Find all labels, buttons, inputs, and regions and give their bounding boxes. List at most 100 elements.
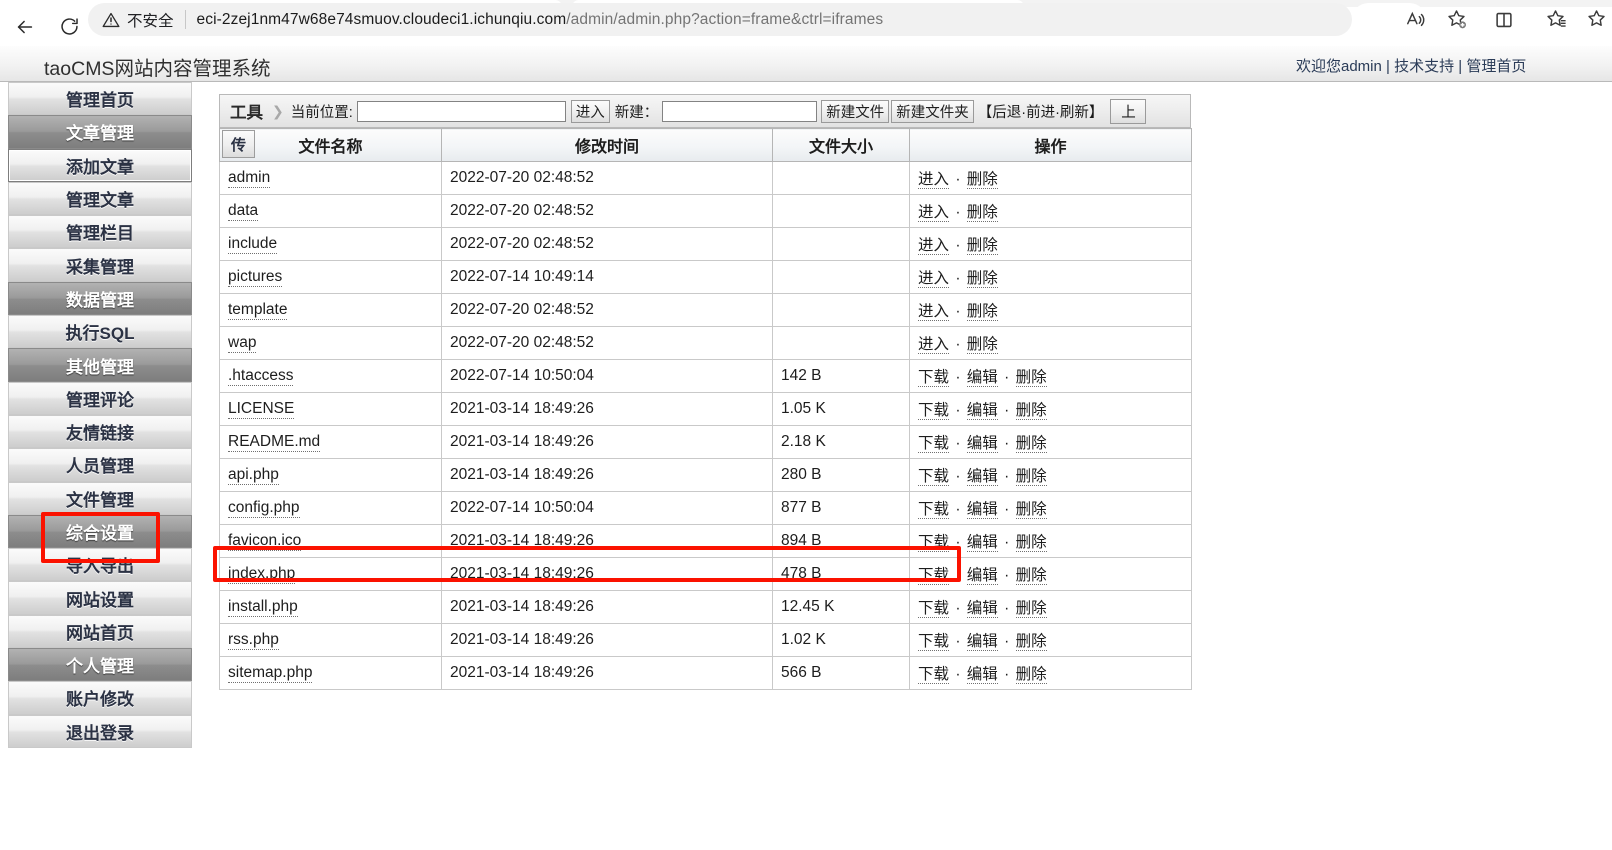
sidebar-item-14[interactable]: 导入导出 (8, 548, 192, 582)
action-link-1[interactable]: 删除 (966, 204, 998, 222)
file-name-link[interactable]: template (228, 301, 288, 320)
address-bar[interactable]: 不安全 eci-2zej1nm47w68e74smuov.cloudeci1.i… (88, 3, 1352, 36)
new-folder-button[interactable]: 新建文件夹 (891, 99, 974, 123)
action-link-0[interactable]: 进入 (918, 336, 950, 354)
action-link-1[interactable]: 删除 (966, 237, 998, 255)
column-header-ops[interactable]: 操作 (909, 128, 1192, 162)
reload-button[interactable] (50, 8, 88, 46)
file-name-link[interactable]: favicon.ico (228, 532, 302, 551)
split-screen-button[interactable] (1478, 3, 1530, 36)
action-link-1[interactable]: 编辑 (966, 666, 998, 684)
action-link-0[interactable]: 进入 (918, 303, 950, 321)
action-link-0[interactable]: 进入 (918, 270, 950, 288)
file-name-link[interactable]: install.php (228, 598, 298, 617)
table-row[interactable]: index.php 2021-03-14 18:49:26 478 B 下载 · 编辑… (219, 557, 1192, 591)
sidebar-item-13[interactable]: 综合设置 (8, 514, 192, 549)
upload-button-top[interactable]: 上 (1110, 98, 1147, 124)
table-row[interactable]: wap 2022-07-20 02:48:52 进入 · 删除 (219, 326, 1192, 360)
action-link-1[interactable]: 编辑 (966, 468, 998, 486)
action-link-0[interactable]: 进入 (918, 237, 950, 255)
enter-button[interactable]: 进入 (570, 99, 610, 123)
collections-button[interactable] (1582, 3, 1612, 36)
action-link-1[interactable]: 编辑 (966, 534, 998, 552)
action-link-2[interactable]: 删除 (1015, 402, 1047, 420)
file-name-link[interactable]: config.php (228, 499, 300, 518)
favorites-button[interactable] (1530, 3, 1582, 36)
welcome-bar[interactable]: 欢迎您admin | 技术支持 | 管理首页 (1296, 55, 1526, 76)
sidebar-item-8[interactable]: 其他管理 (8, 348, 192, 382)
sidebar-item-7[interactable]: 执行SQL (8, 315, 192, 349)
action-link-2[interactable]: 删除 (1015, 534, 1047, 552)
column-header-size[interactable]: 文件大小 (772, 128, 910, 162)
file-name-link[interactable]: data (228, 202, 259, 221)
table-row[interactable]: api.php 2021-03-14 18:49:26 280 B 下载 · 编辑 ·… (219, 458, 1192, 492)
table-row[interactable]: sitemap.php 2021-03-14 18:49:26 566 B 下载 · … (219, 656, 1192, 690)
action-link-0[interactable]: 下载 (918, 534, 950, 552)
file-name-link[interactable]: admin (228, 169, 271, 188)
file-name-link[interactable]: api.php (228, 466, 279, 485)
action-link-2[interactable]: 删除 (1015, 369, 1047, 387)
action-link-1[interactable]: 编辑 (966, 567, 998, 585)
table-row[interactable]: .htaccess 2022-07-14 10:50:04 142 B 下载 · 编辑… (219, 359, 1192, 393)
new-name-input[interactable] (662, 100, 818, 122)
file-name-link[interactable]: index.php (228, 565, 296, 584)
table-row[interactable]: config.php 2022-07-14 10:50:04 877 B 下载 · 编… (219, 491, 1192, 525)
table-row[interactable]: pictures 2022-07-14 10:49:14 进入 · 删除 (219, 260, 1192, 294)
action-link-0[interactable]: 下载 (918, 567, 950, 585)
sidebar-item-10[interactable]: 友情链接 (8, 414, 192, 449)
file-name-link[interactable]: pictures (228, 268, 283, 287)
file-name-link[interactable]: sitemap.php (228, 664, 313, 683)
sidebar-item-3[interactable]: 管理文章 (8, 181, 192, 216)
file-name-link[interactable]: LICENSE (228, 400, 295, 419)
action-link-1[interactable]: 编辑 (966, 633, 998, 651)
file-name-link[interactable]: .htaccess (228, 367, 294, 386)
sidebar-item-5[interactable]: 采集管理 (8, 248, 192, 282)
action-link-2[interactable]: 删除 (1015, 468, 1047, 486)
read-aloud-button[interactable] (1398, 3, 1434, 36)
current-path-input[interactable] (356, 100, 566, 122)
action-link-2[interactable]: 删除 (1015, 600, 1047, 618)
back-button[interactable] (6, 8, 44, 46)
table-row[interactable]: admin 2022-07-20 02:48:52 进入 · 删除 (219, 161, 1192, 195)
sidebar-item-0[interactable]: 管理首页 (8, 82, 192, 116)
action-link-0[interactable]: 下载 (918, 435, 950, 453)
action-link-2[interactable]: 删除 (1015, 435, 1047, 453)
action-link-1[interactable]: 编辑 (966, 600, 998, 618)
action-link-0[interactable]: 下载 (918, 402, 950, 420)
column-header-time[interactable]: 修改时间 (441, 128, 773, 162)
sidebar-item-1[interactable]: 文章管理 (8, 115, 192, 149)
sidebar-item-6[interactable]: 数据管理 (8, 281, 192, 316)
action-link-2[interactable]: 删除 (1015, 633, 1047, 651)
sidebar-item-9[interactable]: 管理评论 (8, 381, 192, 415)
action-link-1[interactable]: 编辑 (966, 402, 998, 420)
action-link-1[interactable]: 删除 (966, 303, 998, 321)
action-link-1[interactable]: 编辑 (966, 501, 998, 519)
action-link-1[interactable]: 编辑 (966, 435, 998, 453)
file-name-link[interactable]: include (228, 235, 278, 254)
table-row[interactable]: include 2022-07-20 02:48:52 进入 · 删除 (219, 227, 1192, 261)
action-link-2[interactable]: 删除 (1015, 501, 1047, 519)
file-name-link[interactable]: rss.php (228, 631, 279, 650)
action-link-0[interactable]: 进入 (918, 171, 950, 189)
action-link-2[interactable]: 删除 (1015, 567, 1047, 585)
sidebar-item-17[interactable]: 个人管理 (8, 648, 192, 682)
history-nav-group[interactable]: 【后退·前进·刷新】 (978, 101, 1104, 122)
tools-tab[interactable]: 工具 (226, 99, 267, 123)
sidebar-item-12[interactable]: 文件管理 (8, 481, 192, 515)
action-link-1[interactable]: 删除 (966, 336, 998, 354)
action-link-2[interactable]: 删除 (1015, 666, 1047, 684)
sidebar-item-19[interactable]: 退出登录 (8, 714, 192, 748)
action-link-0[interactable]: 下载 (918, 666, 950, 684)
action-link-0[interactable]: 下载 (918, 600, 950, 618)
action-link-0[interactable]: 下载 (918, 633, 950, 651)
table-row[interactable]: install.php 2021-03-14 18:49:26 12.45 K 下载 … (219, 590, 1192, 624)
action-link-0[interactable]: 进入 (918, 204, 950, 222)
new-file-button[interactable]: 新建文件 (821, 99, 890, 123)
table-row[interactable]: LICENSE 2021-03-14 18:49:26 1.05 K 下载 · 编辑 … (219, 392, 1192, 426)
table-row[interactable]: rss.php 2021-03-14 18:49:26 1.02 K 下载 · 编辑 … (219, 623, 1192, 657)
upload-button-bottom[interactable]: 传 (222, 130, 255, 158)
action-link-1[interactable]: 编辑 (966, 369, 998, 387)
action-link-0[interactable]: 下载 (918, 468, 950, 486)
table-row[interactable]: template 2022-07-20 02:48:52 进入 · 删除 (219, 293, 1192, 327)
table-row[interactable]: favicon.ico 2021-03-14 18:49:26 894 B 下载 · … (219, 524, 1192, 558)
